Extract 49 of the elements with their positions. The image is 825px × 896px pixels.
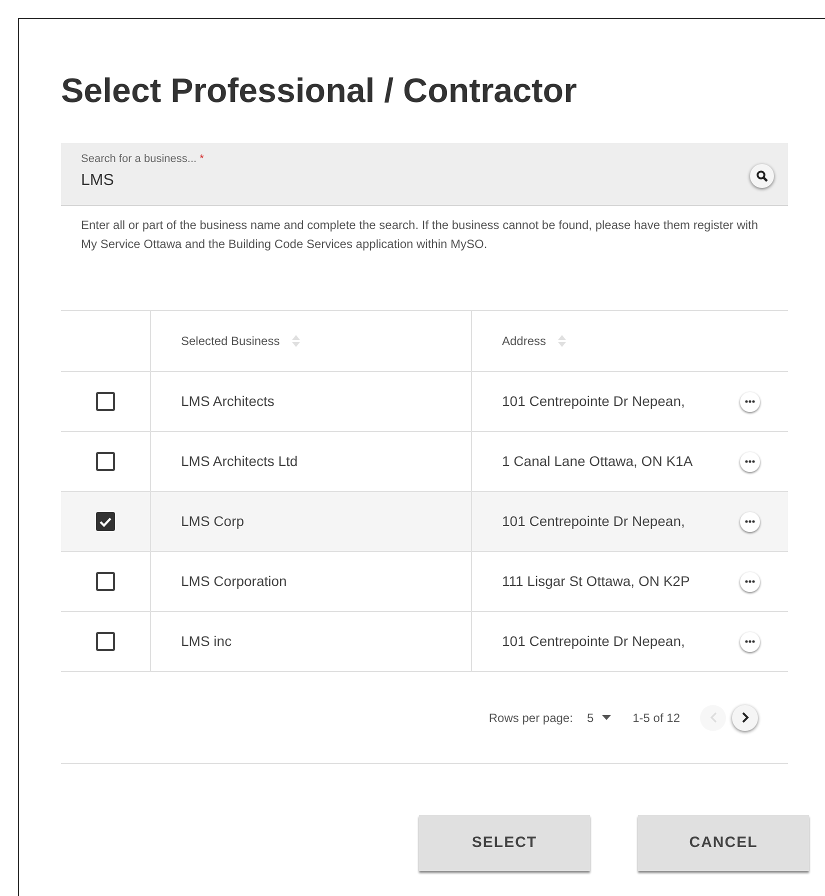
ellipsis-icon — [745, 580, 755, 583]
chevron-left-icon — [710, 712, 716, 723]
rows-per-page-select[interactable]: 5 — [586, 708, 611, 726]
rows-per-page-label: Rows per page: — [488, 710, 573, 726]
table-cell-text: 111 Lisgar St Ottawa, ON K2P — [502, 572, 690, 591]
more-button[interactable] — [740, 392, 760, 412]
search-button[interactable] — [750, 164, 774, 188]
table-cell-text: LMS Architects Ltd — [181, 452, 298, 471]
checkbox[interactable] — [96, 572, 115, 591]
chevron-right-icon — [742, 712, 748, 723]
table-row[interactable]: LMS inc 101 Centrepointe Dr Nepean, — [61, 612, 788, 672]
ellipsis-icon — [745, 460, 755, 463]
search-field[interactable]: Search for a business... * LMS — [61, 143, 788, 206]
table-cell-text: 101 Centrepointe Dr Nepean, — [502, 512, 685, 531]
checkbox[interactable] — [96, 452, 115, 471]
table-row[interactable]: LMS Architects 101 Centrepointe Dr Nepean, — [61, 372, 788, 432]
checkbox[interactable] — [96, 632, 115, 651]
dialog-button[interactable]: CANCEL — [638, 815, 809, 871]
search-input[interactable]: LMS — [81, 168, 381, 192]
more-button[interactable] — [740, 572, 760, 592]
checkbox[interactable] — [96, 512, 115, 531]
helper-text: Enter all or part of the business name and complete the search. If the business cannot be found, please have them register with My Service Ottawa and the Building Code Services application within MySO. — [80, 217, 760, 253]
ellipsis-icon — [745, 640, 755, 643]
caret-icon — [602, 715, 611, 720]
table-cell-text: 1 Canal Lane Ottawa, ON K1A — [502, 452, 693, 471]
page-range: 1-5 of 12 — [632, 710, 680, 726]
table-cell-text: LMS Architects — [181, 392, 274, 411]
next-page-button[interactable] — [732, 704, 758, 730]
more-button[interactable] — [740, 632, 760, 652]
table-row[interactable]: LMS Architects Ltd 1 Canal Lane Ottawa, ON K1A — [61, 432, 788, 492]
more-button[interactable] — [740, 512, 760, 532]
table-cell-text: 101 Centrepointe Dr Nepean, — [502, 632, 685, 651]
ellipsis-icon — [745, 520, 755, 523]
table-cell-text: 101 Centrepointe Dr Nepean, — [502, 392, 685, 411]
table-cell-text: LMS Corp — [181, 512, 244, 531]
required-mark: * — [200, 152, 204, 167]
checkbox[interactable] — [96, 392, 115, 411]
search-label: Search for a business... — [81, 152, 197, 167]
table-row[interactable]: LMS Corporation 111 Lisgar St Ottawa, ON K2P — [61, 552, 788, 612]
column-header[interactable]: Address — [472, 311, 788, 371]
dialog-button[interactable]: SELECT — [419, 815, 590, 871]
column-header[interactable]: Selected Business — [151, 311, 472, 371]
table-cell-text: LMS inc — [181, 632, 232, 651]
search-icon — [756, 170, 768, 182]
table-cell-text: LMS Corporation — [181, 572, 287, 591]
more-button[interactable] — [740, 452, 760, 472]
ellipsis-icon — [745, 400, 755, 403]
check-icon — [99, 516, 112, 526]
dialog-title: Select Professional / Contractor — [61, 71, 578, 111]
